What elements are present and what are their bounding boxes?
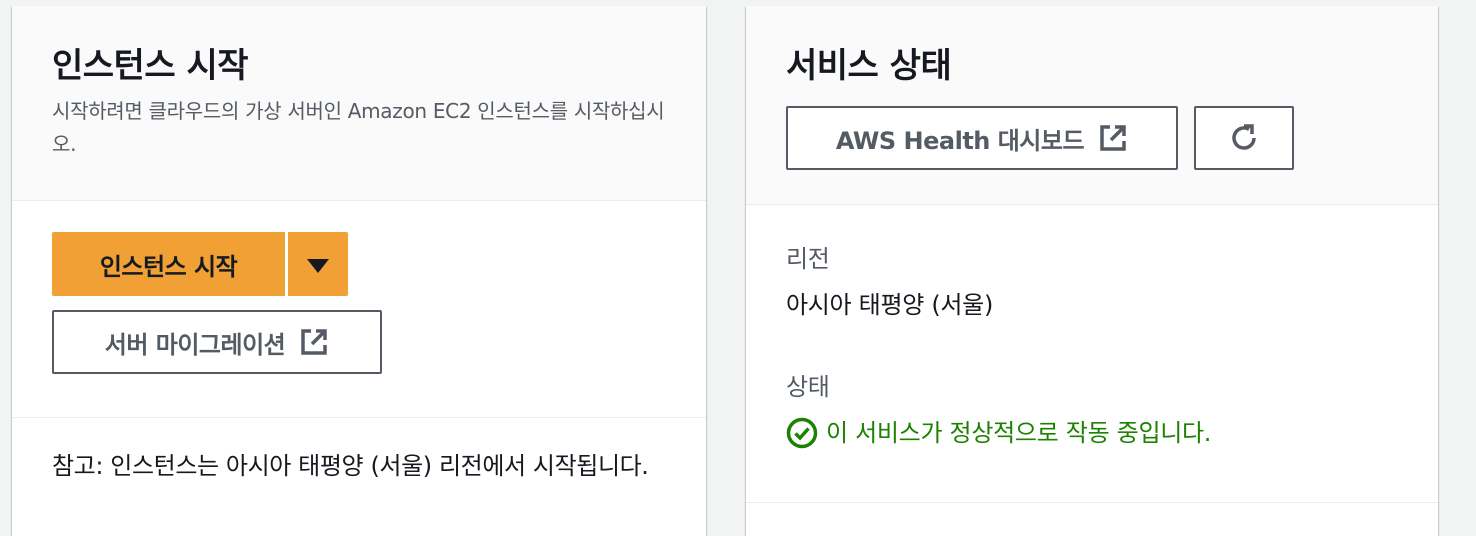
health-panel-header: 서비스 상태 AWS Health 대시보드 xyxy=(746,6,1438,205)
health-header-buttons: AWS Health 대시보드 xyxy=(786,106,1398,170)
service-status-details: 리전 아시아 태평양 (서울) 상태 이 서비스가 정상적으로 작동 중입니다. xyxy=(746,205,1438,503)
launch-region-note: 참고: 인스턴스는 아시아 태평양 (서울) 리전에서 시작됩니다. xyxy=(52,452,649,480)
check-circle-icon xyxy=(786,417,818,449)
health-dashboard-button[interactable]: AWS Health 대시보드 xyxy=(786,106,1178,170)
status-label: 상태 xyxy=(786,373,830,401)
launch-instance-button[interactable]: 인스턴스 시작 xyxy=(52,232,285,296)
refresh-icon xyxy=(1227,121,1261,155)
launch-panel-title: 인스턴스 시작 xyxy=(52,46,249,86)
launch-instance-panel: 인스턴스 시작 시작하려면 클라우드의 가상 서버인 Amazon EC2 인스… xyxy=(12,6,706,536)
region-label: 리전 xyxy=(786,245,830,273)
service-health-panel: 서비스 상태 AWS Health 대시보드 리전 아시아 태평양 (서울) 상… xyxy=(746,6,1438,536)
launch-split-button: 인스턴스 시작 xyxy=(52,232,666,296)
external-link-icon xyxy=(1098,123,1128,153)
status-value: 이 서비스가 정상적으로 작동 중입니다. xyxy=(786,415,1398,451)
launch-dropdown-button[interactable] xyxy=(288,232,348,296)
health-dashboard-label: AWS Health 대시보드 xyxy=(835,126,1085,155)
region-value: 아시아 태평양 (서울) xyxy=(786,291,994,319)
server-migration-label: 서버 마이그레이션 xyxy=(104,330,286,359)
status-text: 이 서비스가 정상적으로 작동 중입니다. xyxy=(826,419,1212,447)
refresh-button[interactable] xyxy=(1194,106,1294,170)
caret-down-icon xyxy=(307,258,329,273)
external-link-icon xyxy=(299,327,329,357)
launch-actions: 인스턴스 시작 서버 마이그레이션 xyxy=(12,201,706,418)
launch-panel-description: 시작하려면 클라우드의 가상 서버인 Amazon EC2 인스턴스를 시작하십… xyxy=(52,99,665,156)
launch-panel-header: 인스턴스 시작 시작하려면 클라우드의 가상 서버인 Amazon EC2 인스… xyxy=(12,6,706,201)
server-migration-button[interactable]: 서버 마이그레이션 xyxy=(52,310,382,374)
health-panel-title: 서비스 상태 xyxy=(786,46,952,86)
